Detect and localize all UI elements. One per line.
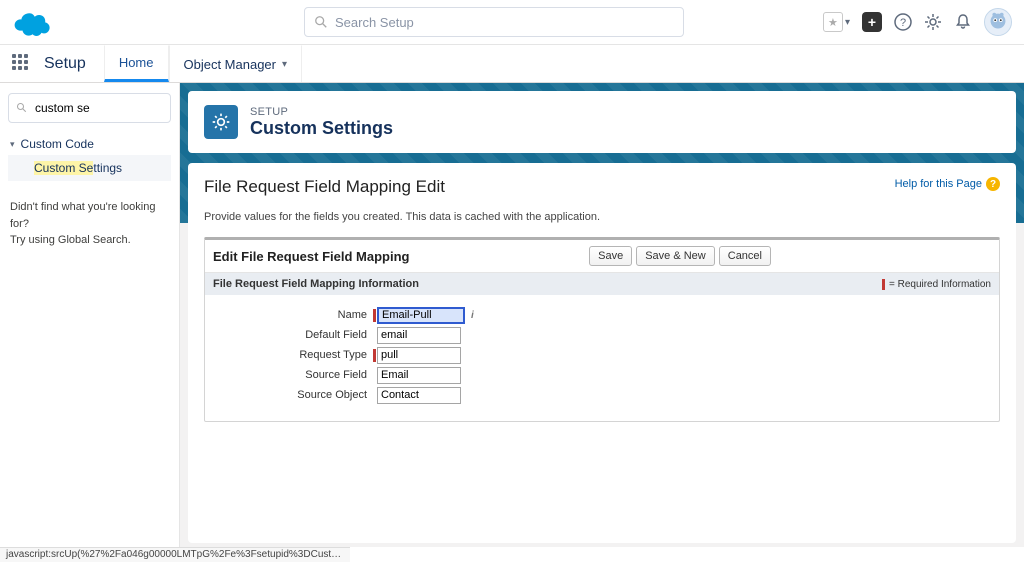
info-icon[interactable]: i — [471, 310, 474, 321]
context-bar: Setup Home Object Manager ▾ — [0, 45, 1024, 83]
page-description: Provide values for the fields you create… — [204, 211, 1000, 223]
required-indicator — [373, 349, 376, 362]
banner-title: Custom Settings — [250, 118, 393, 139]
banner-eyebrow: SETUP — [250, 106, 393, 118]
browser-status-bar: javascript:srcUp(%27%2Fa046g00000LMTpG%2… — [0, 547, 350, 562]
header-actions: ★▾ + ? — [823, 8, 1012, 36]
sidebar-help-text: Didn't find what you're looking for? Try… — [8, 199, 171, 249]
app-name: Setup — [44, 45, 104, 82]
save-and-new-button[interactable]: Save & New — [636, 246, 715, 266]
tree-item-custom-settings[interactable]: Custom Settings — [8, 155, 171, 181]
favorites-button[interactable]: ★▾ — [823, 12, 850, 32]
save-button[interactable]: Save — [589, 246, 632, 266]
svg-text:?: ? — [900, 17, 906, 29]
setup-tree-sidebar: ▾ Custom Code Custom Settings Didn't fin… — [0, 83, 180, 547]
tab-home[interactable]: Home — [104, 45, 169, 82]
section-title: File Request Field Mapping Information — [213, 278, 419, 290]
content-area: SETUP Custom Settings File Request Field… — [180, 83, 1024, 547]
chevron-down-icon: ▾ — [10, 139, 15, 150]
request-type-input[interactable] — [377, 347, 461, 364]
field-label: Source Field — [213, 369, 373, 381]
tab-label: Object Manager — [184, 57, 277, 72]
field-row-request-type: Request Type — [213, 345, 991, 365]
field-label: Name — [213, 309, 373, 321]
avatar[interactable] — [984, 8, 1012, 36]
field-row-source-field: Source Field — [213, 365, 991, 385]
page-banner: SETUP Custom Settings — [188, 91, 1016, 153]
section-header: File Request Field Mapping Information =… — [205, 273, 999, 295]
field-row-default-field: Default Field — [213, 325, 991, 345]
chevron-down-icon: ▾ — [282, 59, 287, 70]
help-icon: ? — [986, 177, 1000, 191]
search-icon — [16, 102, 28, 114]
field-label: Request Type — [213, 349, 373, 361]
app-launcher-icon[interactable] — [12, 45, 44, 82]
quick-find-wrap — [8, 93, 171, 123]
cancel-button[interactable]: Cancel — [719, 246, 771, 266]
source-object-input[interactable] — [377, 387, 461, 404]
tree-node-custom-code[interactable]: ▾ Custom Code — [8, 133, 171, 155]
quick-find-input[interactable] — [8, 93, 171, 123]
edit-block: Edit File Request Field Mapping Save Sav… — [204, 237, 1000, 422]
field-label: Default Field — [213, 329, 373, 341]
global-search-wrap — [304, 7, 684, 37]
search-icon — [314, 15, 328, 29]
gear-icon[interactable] — [924, 13, 942, 31]
required-indicator — [373, 309, 376, 322]
tree-item-label: Custom Settings — [34, 161, 122, 175]
default-field-input[interactable] — [377, 327, 461, 344]
gear-icon — [204, 105, 238, 139]
tree-node-label: Custom Code — [21, 137, 94, 151]
field-row-source-object: Source Object — [213, 385, 991, 405]
page-title: File Request Field Mapping Edit — [204, 177, 445, 197]
field-label: Source Object — [213, 389, 373, 401]
salesforce-logo — [12, 8, 54, 36]
source-field-input[interactable] — [377, 367, 461, 384]
edit-block-title: Edit File Request Field Mapping — [213, 249, 409, 264]
global-header: ★▾ + ? — [0, 0, 1024, 45]
page-card: File Request Field Mapping Edit Help for… — [188, 163, 1016, 543]
help-icon[interactable]: ? — [894, 13, 912, 31]
global-actions-button[interactable]: + — [862, 12, 882, 32]
button-row: Save Save & New Cancel — [589, 246, 771, 266]
form-area: Name i Default Field Request Type — [205, 295, 999, 421]
tab-object-manager[interactable]: Object Manager ▾ — [169, 45, 303, 82]
required-legend: = Required Information — [882, 279, 991, 290]
help-for-page-link[interactable]: Help for this Page ? — [895, 177, 1000, 191]
field-row-name: Name i — [213, 305, 991, 325]
name-input[interactable] — [377, 307, 465, 324]
global-search-input[interactable] — [304, 7, 684, 37]
bell-icon[interactable] — [954, 13, 972, 31]
